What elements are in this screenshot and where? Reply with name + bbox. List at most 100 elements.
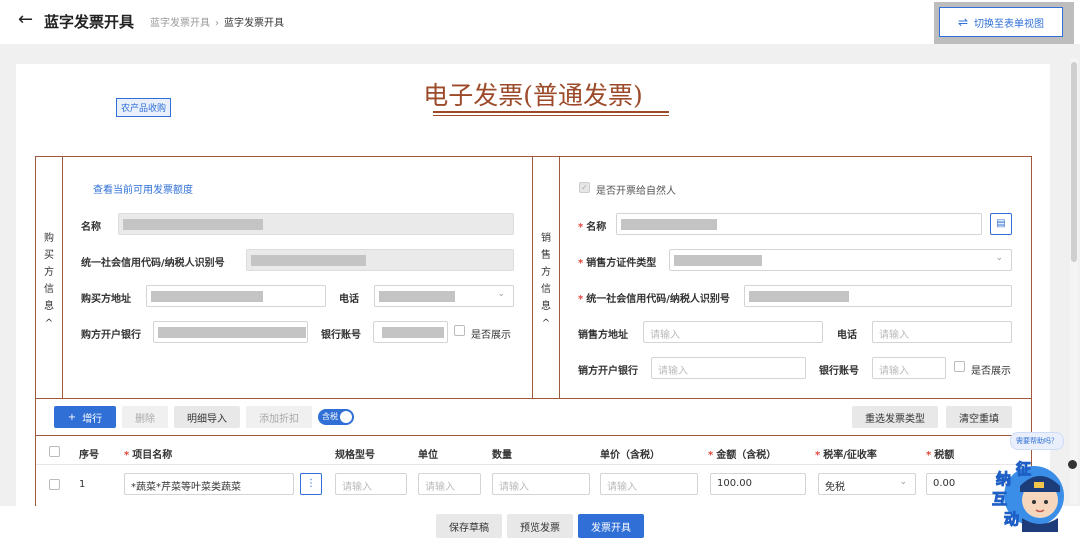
border	[35, 435, 1032, 436]
row-checkbox[interactable]	[49, 479, 60, 490]
assistant-char: 动	[1003, 510, 1020, 529]
row-divider	[36, 464, 1031, 465]
clear-refill-button[interactable]: 清空重填	[946, 406, 1012, 428]
bottom-action-bar: 保存草稿 预览发票 发票开具	[0, 506, 1080, 544]
col-seq: 序号	[79, 450, 99, 461]
label-char: 息	[541, 301, 551, 312]
col-tax-rate-text: 税率/征收率	[823, 450, 877, 461]
col-tax-rate: * 税率/征收率	[815, 446, 877, 461]
label-char: 售	[541, 250, 551, 261]
col-tax: * 税额	[926, 446, 954, 461]
arrow-left-icon[interactable]: ←	[18, 9, 33, 30]
seller-cert-type-select[interactable]: ⌄	[669, 249, 1012, 271]
border	[35, 398, 1032, 399]
breadcrumb-item[interactable]: 蓝字发票开具	[150, 18, 210, 29]
label-char: 方	[44, 267, 54, 278]
more-vertical-icon[interactable]: ⋮	[300, 473, 322, 495]
col-spec: 规格型号	[335, 450, 375, 461]
select-all-checkbox[interactable]	[49, 446, 60, 457]
seller-phone-input[interactable]: 请输入	[872, 321, 1012, 343]
required-mark: *	[578, 258, 584, 269]
preview-button[interactable]: 预览发票	[507, 514, 573, 538]
seller-credit-code-text: 统一社会信用代码/纳税人识别号	[586, 294, 730, 305]
page-scrollbar[interactable]	[1070, 58, 1078, 504]
seller-name-label: * 名称	[578, 218, 606, 233]
buyer-address-input[interactable]	[146, 285, 326, 307]
col-item-name-text: 项目名称	[132, 450, 173, 461]
unit-price-input[interactable]: 请输入	[600, 473, 698, 495]
buyer-name-field	[118, 213, 514, 235]
collapse-icon: ^	[44, 318, 54, 329]
document-icon[interactable]: ▤	[990, 213, 1012, 235]
buyer-bank-label: 购方开户银行	[81, 330, 141, 341]
required-mark: *	[815, 450, 821, 461]
chevron-down-icon: ⌄	[995, 253, 1003, 263]
seller-account-input[interactable]: 请输入	[872, 357, 946, 379]
required-mark: *	[578, 222, 584, 233]
col-quantity: 数量	[492, 450, 512, 461]
col-amount-text: 金额（含税）	[716, 450, 777, 461]
label-char: 信	[44, 284, 54, 295]
switch-view-button[interactable]: ⇌ 切换至表单视图	[939, 7, 1063, 37]
label-char: 信	[541, 284, 551, 295]
amount-input[interactable]: 100.00	[710, 473, 806, 495]
required-mark: *	[708, 450, 714, 461]
import-detail-button[interactable]: 明细导入	[174, 406, 240, 428]
border	[35, 156, 1032, 157]
row-seq: 1	[79, 479, 86, 490]
tax-included-toggle[interactable]: 含税	[318, 409, 354, 425]
col-unit-price: 单价（含税）	[600, 450, 660, 461]
buyer-name-label: 名称	[81, 222, 101, 233]
issue-invoice-button[interactable]: 发票开具	[578, 514, 644, 538]
required-mark: *	[578, 294, 584, 305]
spec-input[interactable]: 请输入	[335, 473, 407, 495]
page-title: 蓝字发票开具	[44, 13, 135, 31]
assistant-char: 纳	[995, 470, 1012, 489]
toggle-knob	[340, 411, 352, 423]
add-discount-button[interactable]: 添加折扣	[246, 406, 312, 428]
seller-show-checkbox[interactable]	[954, 361, 965, 372]
delete-button[interactable]: 删除	[122, 406, 168, 428]
buyer-section-label[interactable]: 购 买 方 信 息 ^	[41, 230, 57, 332]
buyer-bank-input[interactable]	[153, 321, 308, 343]
required-mark: *	[926, 450, 932, 461]
title-underline	[433, 115, 669, 116]
seller-cert-type-label: * 销售方证件类型	[578, 254, 656, 269]
chevron-right-icon: ›	[215, 18, 219, 29]
seller-section-label[interactable]: 销 售 方 信 息 ^	[538, 230, 554, 332]
breadcrumb: 蓝字发票开具 › 蓝字发票开具	[150, 14, 284, 29]
quantity-input[interactable]: 请输入	[492, 473, 590, 495]
save-draft-button[interactable]: 保存草稿	[436, 514, 502, 538]
reselect-type-button[interactable]: 重选发票类型	[852, 406, 938, 428]
border	[1031, 156, 1032, 506]
seller-cert-type-text: 销售方证件类型	[586, 258, 657, 269]
buyer-account-input[interactable]	[373, 321, 448, 343]
item-name-input[interactable]: *蔬菜*芹菜等叶菜类蔬菜	[124, 473, 294, 495]
buyer-phone-input[interactable]: ⌄	[374, 285, 514, 307]
help-bubble[interactable]: 需要帮助吗？	[1010, 432, 1064, 450]
query-quota-link[interactable]: 查看当前可用发票额度	[93, 181, 193, 196]
buyer-phone-label: 电话	[339, 294, 359, 305]
buyer-credit-code-label: 统一社会信用代码/纳税人识别号	[81, 258, 225, 269]
scrollbar-thumb[interactable]	[1071, 62, 1077, 262]
chevron-down-icon: ⌄	[899, 477, 907, 487]
border	[62, 156, 63, 398]
seller-address-input[interactable]: 请输入	[643, 321, 823, 343]
tax-rate-select[interactable]: 免税 ⌄	[818, 473, 916, 495]
seller-bank-input[interactable]: 请输入	[651, 357, 806, 379]
buyer-credit-code-field	[246, 249, 514, 271]
seller-show-label: 是否展示	[971, 366, 1011, 377]
seller-credit-code-input[interactable]	[744, 285, 1012, 307]
natural-person-checkbox[interactable]: ✓	[579, 182, 590, 193]
add-row-label: 增行	[82, 413, 103, 425]
seller-name-text: 名称	[586, 222, 607, 233]
add-row-button[interactable]: + 增行	[54, 406, 116, 428]
col-tax-text: 税额	[934, 450, 955, 461]
required-mark: *	[124, 450, 130, 461]
assistant-widget[interactable]: 征 纳 互 动	[990, 456, 1070, 532]
unit-input[interactable]: 请输入	[418, 473, 481, 495]
seller-name-input[interactable]	[616, 213, 982, 235]
invoice-sheet: 农产品收购 电子发票(普通发票) 购 买 方 信 息 ^ 查看当前可用发票额度 …	[16, 64, 1050, 506]
buyer-show-checkbox[interactable]	[454, 325, 465, 336]
breadcrumb-current: 蓝字发票开具	[224, 18, 284, 29]
